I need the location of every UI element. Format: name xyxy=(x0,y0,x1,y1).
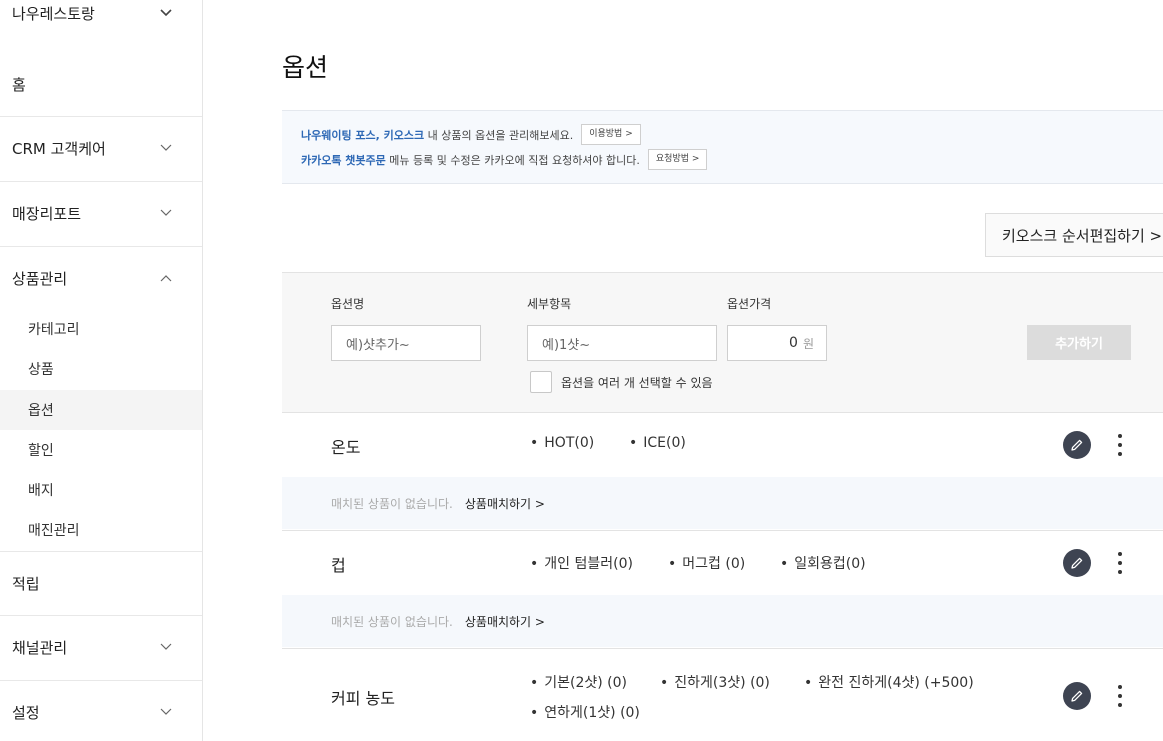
chevron-down-icon xyxy=(160,640,172,655)
notice-highlight: 나우웨이팅 포스, 키오스크 xyxy=(301,128,425,142)
sidebar-item-label: 채널관리 xyxy=(12,638,68,657)
sidebar-subitem-discount[interactable]: 할인 xyxy=(0,430,202,470)
sidebar-subitem-label: 매진관리 xyxy=(28,523,80,539)
option-add-form: 옵션명 예)샷추가~ 세부항목 예)1샷~ 옵션가격 0 원 추가하기 옵션을 … xyxy=(282,272,1163,413)
detail-item-label: 세부항목 xyxy=(527,297,572,311)
option-name: 온도 xyxy=(331,438,361,457)
match-product-link[interactable]: 상품매치하기 > xyxy=(465,613,545,630)
multi-select-checkbox[interactable] xyxy=(530,371,552,393)
row-divider xyxy=(282,648,1163,649)
sidebar-item-product-management[interactable]: 상품관리 xyxy=(0,256,202,300)
sidebar-item-label: 설정 xyxy=(12,703,40,722)
option-detail-item: 개인 텀블러(0) xyxy=(530,553,633,573)
edit-option-button[interactable] xyxy=(1063,682,1091,710)
option-detail-item: 진하게(3샷) (0) xyxy=(660,672,770,692)
chevron-down-icon xyxy=(160,141,172,156)
match-product-link[interactable]: 상품매치하기 > xyxy=(465,495,545,512)
notice-line-2: 카카오톡 챗봇주문 메뉴 등록 및 수정은 카카오에 직접 요청하셔야 합니다.… xyxy=(301,149,708,170)
sidebar-item-label: 적립 xyxy=(12,574,40,593)
notice-box: 나우웨이팅 포스, 키오스크 내 상품의 옵션을 관리해보세요. 이용방법 > … xyxy=(282,110,1163,184)
sidebar-item-channel[interactable]: 채널관리 xyxy=(0,625,202,669)
sidebar-subitem-label: 카테고리 xyxy=(28,322,80,338)
no-match-text: 매치된 상품이 없습니다. xyxy=(331,496,453,511)
option-price-input[interactable]: 0 원 xyxy=(727,325,827,361)
sidebar-item-label: CRM 고객케어 xyxy=(12,139,106,158)
chevron-up-icon xyxy=(160,271,172,286)
store-selector[interactable]: 나우레스토랑 xyxy=(0,0,202,26)
how-to-use-button[interactable]: 이용방법 > xyxy=(581,124,641,145)
sidebar-subitem-label: 옵션 xyxy=(28,403,54,419)
pencil-icon xyxy=(1071,557,1083,569)
notice-highlight: 카카오톡 챗봇주문 xyxy=(301,153,386,167)
sidebar-item-label: 상품관리 xyxy=(12,269,68,288)
option-name: 커피 농도 xyxy=(331,689,395,708)
chevron-down-icon xyxy=(160,206,172,221)
sidebar-item-store-report[interactable]: 매장리포트 xyxy=(0,191,202,235)
store-name: 나우레스토랑 xyxy=(12,4,95,23)
match-bar: 매치된 상품이 없습니다. 상품매치하기 > xyxy=(282,477,1163,529)
sidebar-item-settings[interactable]: 설정 xyxy=(0,690,202,734)
chevron-down-icon xyxy=(160,705,172,720)
edit-option-button[interactable] xyxy=(1063,431,1091,459)
notice-text: 내 상품의 옵션을 관리해보세요. xyxy=(424,128,574,142)
sidebar-item-label: 홈 xyxy=(12,75,26,94)
sidebar-subitem-badge[interactable]: 배지 xyxy=(0,470,202,510)
option-detail-item: 일회용컵(0) xyxy=(780,553,865,573)
detail-item-input[interactable]: 예)1샷~ xyxy=(527,325,717,361)
option-name-label: 옵션명 xyxy=(331,297,365,311)
more-options-button[interactable] xyxy=(1110,683,1130,709)
sidebar-divider xyxy=(0,680,202,681)
more-options-button[interactable] xyxy=(1110,550,1130,576)
sidebar-divider xyxy=(0,116,202,117)
notice-text: 메뉴 등록 및 수정은 카카오에 직접 요청하셔야 합니다. xyxy=(385,153,640,167)
sidebar-divider xyxy=(0,615,202,616)
request-method-button[interactable]: 요청방법 > xyxy=(647,149,708,170)
edit-option-button[interactable] xyxy=(1063,549,1091,577)
sidebar-subitem-product[interactable]: 상품 xyxy=(0,349,202,389)
pencil-icon xyxy=(1071,690,1083,702)
sidebar-divider xyxy=(0,246,202,247)
multi-select-label: 옵션을 여러 개 선택할 수 있음 xyxy=(561,376,713,390)
sidebar-item-label: 매장리포트 xyxy=(12,204,82,223)
option-price-value: 0 xyxy=(789,335,798,351)
sidebar-subitem-option[interactable]: 옵션 xyxy=(0,390,202,430)
add-option-button[interactable]: 추가하기 xyxy=(1027,325,1131,360)
more-options-button[interactable] xyxy=(1110,432,1130,458)
detail-item-placeholder: 예)1샷~ xyxy=(542,337,591,353)
sidebar-item-crm[interactable]: CRM 고객케어 xyxy=(0,126,202,170)
chevron-down-icon xyxy=(160,6,172,21)
option-detail-item: 연하게(1샷) (0) xyxy=(530,702,640,722)
page-title: 옵션 xyxy=(282,53,329,82)
kiosk-order-edit-button[interactable]: 키오스크 순서편집하기 > xyxy=(985,213,1163,257)
option-name-input[interactable]: 예)샷추가~ xyxy=(331,325,481,361)
no-match-text: 매치된 상품이 없습니다. xyxy=(331,614,453,629)
option-detail-item: 머그컵 (0) xyxy=(668,553,745,573)
option-detail-item: HOT(0) xyxy=(530,435,594,451)
sidebar-subitem-category[interactable]: 카테고리 xyxy=(0,309,202,349)
sidebar-subitem-label: 할인 xyxy=(28,443,54,459)
match-bar: 매치된 상품이 없습니다. 상품매치하기 > xyxy=(282,595,1163,647)
option-detail-item: ICE(0) xyxy=(629,435,686,451)
option-name: 컵 xyxy=(331,556,346,575)
sidebar-item-points[interactable]: 적립 xyxy=(0,561,202,605)
option-detail-item: 기본(2샷) (0) xyxy=(530,672,627,692)
pencil-icon xyxy=(1071,439,1083,451)
option-price-unit: 원 xyxy=(802,336,814,351)
row-divider xyxy=(282,530,1163,531)
sidebar: 나우레스토랑 홈 CRM 고객케어 매장리포트 상품관리 카테고리 상품 옵션 xyxy=(0,0,203,741)
option-name-placeholder: 예)샷추가~ xyxy=(346,337,410,353)
sidebar-divider xyxy=(0,551,202,552)
sidebar-subitem-soldout[interactable]: 매진관리 xyxy=(0,510,202,550)
sidebar-subitem-label: 상품 xyxy=(28,362,54,378)
sidebar-item-home[interactable]: 홈 xyxy=(0,62,202,106)
notice-line-1: 나우웨이팅 포스, 키오스크 내 상품의 옵션을 관리해보세요. 이용방법 > xyxy=(301,124,641,145)
sidebar-subitem-label: 배지 xyxy=(28,483,54,499)
option-detail-item: 완전 진하게(4샷) (+500) xyxy=(804,672,973,692)
option-price-label: 옵션가격 xyxy=(727,297,772,311)
sidebar-divider xyxy=(0,181,202,182)
